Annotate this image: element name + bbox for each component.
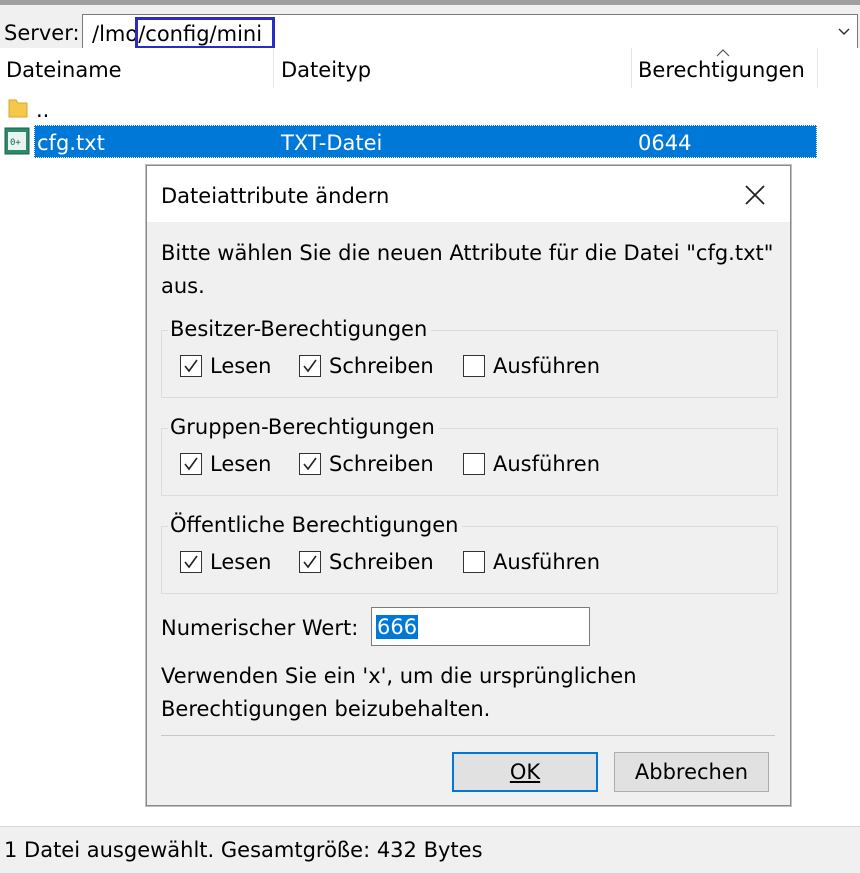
column-permissions-header[interactable]: Berechtigungen: [638, 60, 805, 81]
status-text: 1 Datei ausgewählt. Gesamtgröße: 432 Byt…: [4, 838, 483, 862]
list-item-parent[interactable]: ..: [0, 92, 820, 126]
group-write-checkbox[interactable]: [299, 453, 321, 475]
numeric-value-input[interactable]: 666: [371, 607, 590, 646]
checkbox-label[interactable]: Lesen: [210, 356, 271, 377]
text-file-icon: 0+: [4, 127, 30, 155]
folder-icon: [8, 99, 28, 118]
file-name: cfg.txt: [37, 131, 105, 155]
checkmark-icon: [303, 359, 317, 373]
owner-exec-checkbox[interactable]: [463, 355, 485, 377]
checkbox-label[interactable]: Schreiben: [329, 356, 434, 377]
public-write-checkbox[interactable]: [299, 551, 321, 573]
checkbox-label[interactable]: Lesen: [210, 552, 271, 573]
hint-text: Verwenden Sie ein 'x', um die ursprüngli…: [161, 664, 637, 688]
owner-read-checkbox[interactable]: [180, 355, 202, 377]
column-type-header[interactable]: Dateityp: [281, 60, 371, 81]
close-icon[interactable]: [744, 184, 766, 206]
owner-write-checkbox[interactable]: [299, 355, 321, 377]
column-separator[interactable]: [817, 48, 818, 88]
table-row-selected[interactable]: [34, 125, 817, 158]
checkmark-icon: [303, 555, 317, 569]
change-attributes-dialog: Dateiattribute ändern Bitte wählen Sie d…: [146, 165, 791, 806]
ok-button-label: OK: [509, 760, 541, 784]
column-separator[interactable]: [273, 48, 274, 88]
server-bar: Server: /lmo/config/mini: [0, 0, 860, 52]
chevron-down-icon[interactable]: [837, 25, 851, 39]
cancel-button[interactable]: Abbrechen: [614, 752, 769, 792]
dialog-description-cont: aus.: [161, 274, 205, 298]
public-read-checkbox[interactable]: [180, 551, 202, 573]
file-permissions: 0644: [638, 131, 692, 155]
path-highlight-box: [135, 17, 275, 49]
group-read-checkbox[interactable]: [180, 453, 202, 475]
checkmark-icon: [184, 359, 198, 373]
status-bar: 1 Datei ausgewählt. Gesamtgröße: 432 Byt…: [0, 826, 860, 873]
dialog-description: Bitte wählen Sie die neuen Attribute für…: [161, 241, 774, 265]
checkbox-label[interactable]: Ausführen: [493, 454, 600, 475]
numeric-value-label: Numerischer Wert:: [161, 616, 359, 640]
svg-text:0+: 0+: [10, 138, 21, 148]
server-label: Server:: [4, 21, 80, 45]
file-type: TXT-Datei: [281, 131, 383, 155]
cancel-button-label: Abbrechen: [634, 760, 749, 784]
checkmark-icon: [184, 457, 198, 471]
group-title: Gruppen-Berechtigungen: [168, 417, 439, 438]
numeric-value-text: 666: [376, 615, 419, 639]
column-name-header[interactable]: Dateiname: [6, 60, 122, 81]
dialog-title: Dateiattribute ändern: [161, 184, 390, 208]
dialog-divider: [161, 735, 775, 736]
dialog-titlebar[interactable]: Dateiattribute ändern: [147, 166, 790, 222]
checkbox-label[interactable]: Lesen: [210, 454, 271, 475]
column-header: Dateiname Dateityp Berechtigungen: [0, 48, 860, 90]
checkbox-label[interactable]: Schreiben: [329, 454, 434, 475]
checkbox-label[interactable]: Schreiben: [329, 552, 434, 573]
group-title: Öffentliche Berechtigungen: [168, 515, 463, 536]
checkbox-label[interactable]: Ausführen: [493, 552, 600, 573]
sort-up-icon: [716, 49, 730, 57]
public-exec-checkbox[interactable]: [463, 551, 485, 573]
checkbox-label[interactable]: Ausführen: [493, 356, 600, 377]
checkmark-icon: [184, 555, 198, 569]
group-exec-checkbox[interactable]: [463, 453, 485, 475]
group-title: Besitzer-Berechtigungen: [168, 319, 432, 340]
ok-button[interactable]: OK: [452, 752, 598, 792]
column-separator[interactable]: [631, 48, 632, 88]
file-name: ..: [36, 98, 50, 122]
checkmark-icon: [303, 457, 317, 471]
hint-text-cont: Berechtigungen beizubehalten.: [161, 697, 491, 721]
